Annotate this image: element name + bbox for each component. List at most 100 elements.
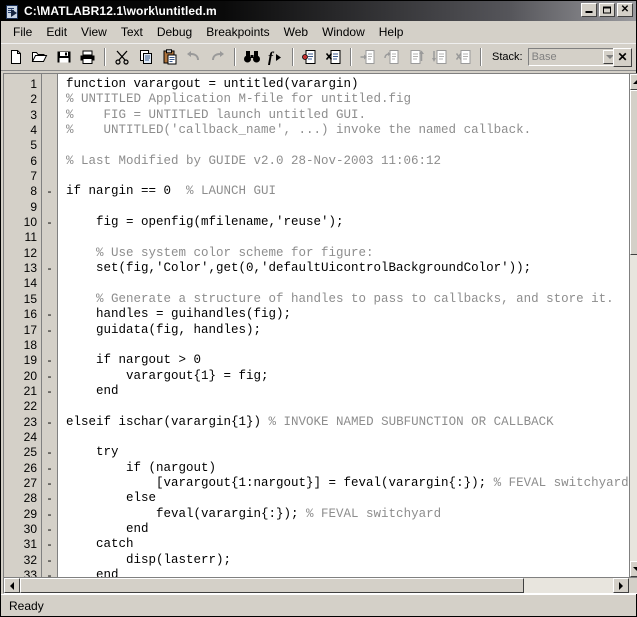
comment-span: % LAUNCH GUI: [186, 184, 277, 199]
breakpoint-marker[interactable]: -: [42, 215, 57, 230]
breakpoint-marker[interactable]: -: [42, 476, 57, 491]
breakpoint-marker[interactable]: [42, 246, 57, 261]
code-span: [varargout{1:nargout}] = feval(varargin{…: [66, 475, 494, 490]
breakpoint-marker[interactable]: -: [42, 307, 57, 322]
line-number: 22: [23, 399, 37, 414]
comment-span: % Last Modified by GUIDE v2.0 28-Nov-200…: [66, 153, 442, 168]
breakpoint-marker[interactable]: -: [42, 491, 57, 506]
step-in-icon[interactable]: [356, 46, 379, 68]
breakpoint-marker[interactable]: -: [42, 415, 57, 430]
step-out-icon[interactable]: [404, 46, 427, 68]
breakpoint-marker[interactable]: [42, 276, 57, 291]
breakpoint-marker[interactable]: -: [42, 537, 57, 552]
line-number: 8: [30, 184, 37, 199]
horizontal-scroll-track[interactable]: [20, 578, 613, 593]
minimize-button[interactable]: [581, 3, 597, 17]
breakpoint-marker[interactable]: -: [42, 507, 57, 522]
new-document-icon[interactable]: [4, 46, 27, 68]
code-span: set(fig,'Color',get(0,'defaultUicontrolB…: [66, 261, 532, 276]
breakpoint-marker[interactable]: [42, 108, 57, 123]
quit-debug-icon[interactable]: [452, 46, 475, 68]
scroll-up-button[interactable]: [629, 74, 637, 90]
breakpoint-marker[interactable]: [42, 230, 57, 245]
clipboard-paste-icon[interactable]: [158, 46, 181, 68]
comment-span: % UNTITLED Application M-file for untitl…: [66, 92, 412, 107]
breakpoint-marker[interactable]: -: [42, 553, 57, 568]
scissors-icon[interactable]: [110, 46, 133, 68]
stack-dropdown[interactable]: Base: [527, 48, 620, 66]
comment-span: % Use system color scheme for figure:: [96, 245, 374, 260]
breakpoint-marker[interactable]: -: [42, 369, 57, 384]
breakpoint-marker[interactable]: [42, 430, 57, 445]
breakpoint-marker[interactable]: [42, 138, 57, 153]
comment-span: % UNTITLED('callback_name', ...) invoke …: [66, 123, 532, 138]
scroll-right-button[interactable]: [612, 578, 629, 593]
breakpoint-marker[interactable]: [42, 338, 57, 353]
matlab-editor-icon: [4, 4, 20, 19]
line-number: 30: [23, 521, 37, 536]
scroll-down-button[interactable]: [629, 561, 637, 577]
breakpoint-marker[interactable]: -: [42, 445, 57, 460]
menu-breakpoints[interactable]: Breakpoints: [199, 23, 276, 41]
menu-help[interactable]: Help: [372, 23, 411, 41]
menu-text[interactable]: Text: [114, 23, 150, 41]
menu-file[interactable]: File: [6, 23, 39, 41]
clear-breakpoints-icon[interactable]: [322, 46, 345, 68]
code-text-area[interactable]: function varargout = untitled(varargin)%…: [58, 74, 629, 577]
open-folder-icon[interactable]: [28, 46, 51, 68]
breakpoint-marker[interactable]: -: [42, 384, 57, 399]
binoculars-icon[interactable]: [240, 46, 263, 68]
breakpoint-marker[interactable]: [42, 200, 57, 215]
breakpoint-marker[interactable]: -: [42, 461, 57, 476]
breakpoint-marker[interactable]: -: [42, 323, 57, 338]
undo-arrow-icon[interactable]: [182, 46, 205, 68]
printer-icon[interactable]: [76, 46, 99, 68]
breakpoint-marker[interactable]: [42, 92, 57, 107]
vertical-scroll-track[interactable]: [629, 90, 637, 561]
horizontal-scrollbar[interactable]: [4, 577, 637, 593]
copy-icon[interactable]: [134, 46, 157, 68]
breakpoint-marker[interactable]: [42, 292, 57, 307]
code-line: function varargout = untitled(varargin): [66, 77, 629, 92]
scroll-left-button[interactable]: [4, 578, 20, 593]
code-line: disp(lasterr);: [66, 553, 629, 568]
code-line: feval(varargin{:}); % FEVAL switchyard: [66, 507, 629, 522]
breakpoint-marker[interactable]: -: [42, 353, 57, 368]
line-number: 2: [30, 92, 37, 107]
comment-span: % Generate a structure of handles to pas…: [96, 291, 614, 306]
menu-web[interactable]: Web: [277, 23, 315, 41]
breakpoint-marker[interactable]: -: [42, 522, 57, 537]
function-f-icon[interactable]: f: [264, 46, 287, 68]
breakpoint-marker[interactable]: [42, 399, 57, 414]
horizontal-scroll-thumb[interactable]: [20, 578, 524, 593]
menu-window[interactable]: Window: [315, 23, 372, 41]
code-span: varargout{1} = fig;: [66, 368, 269, 383]
breakpoint-column[interactable]: - - - -- --- - ---------: [42, 74, 58, 577]
breakpoint-icon[interactable]: [298, 46, 321, 68]
close-button[interactable]: ✕: [617, 3, 633, 17]
vertical-scroll-thumb[interactable]: [629, 90, 637, 255]
breakpoint-marker[interactable]: -: [42, 261, 57, 276]
toolbar-close-button[interactable]: ✕: [613, 47, 632, 67]
menu-debug[interactable]: Debug: [150, 23, 199, 41]
menu-edit[interactable]: Edit: [39, 23, 74, 41]
continue-icon[interactable]: [428, 46, 451, 68]
breakpoint-marker[interactable]: [42, 154, 57, 169]
breakpoint-marker[interactable]: [42, 123, 57, 138]
maximize-button[interactable]: [599, 3, 615, 17]
line-number: 4: [30, 123, 37, 138]
breakpoint-marker[interactable]: [42, 77, 57, 92]
breakpoint-marker[interactable]: -: [42, 568, 57, 577]
floppy-disk-icon[interactable]: [52, 46, 75, 68]
redo-arrow-icon[interactable]: [206, 46, 229, 68]
line-number: 16: [23, 307, 37, 322]
menu-view[interactable]: View: [74, 23, 114, 41]
breakpoint-marker[interactable]: -: [42, 184, 57, 199]
step-icon[interactable]: [380, 46, 403, 68]
scrollbar-corner: [628, 578, 637, 593]
vertical-scrollbar[interactable]: [628, 74, 637, 577]
breakpoint-marker[interactable]: [42, 169, 57, 184]
